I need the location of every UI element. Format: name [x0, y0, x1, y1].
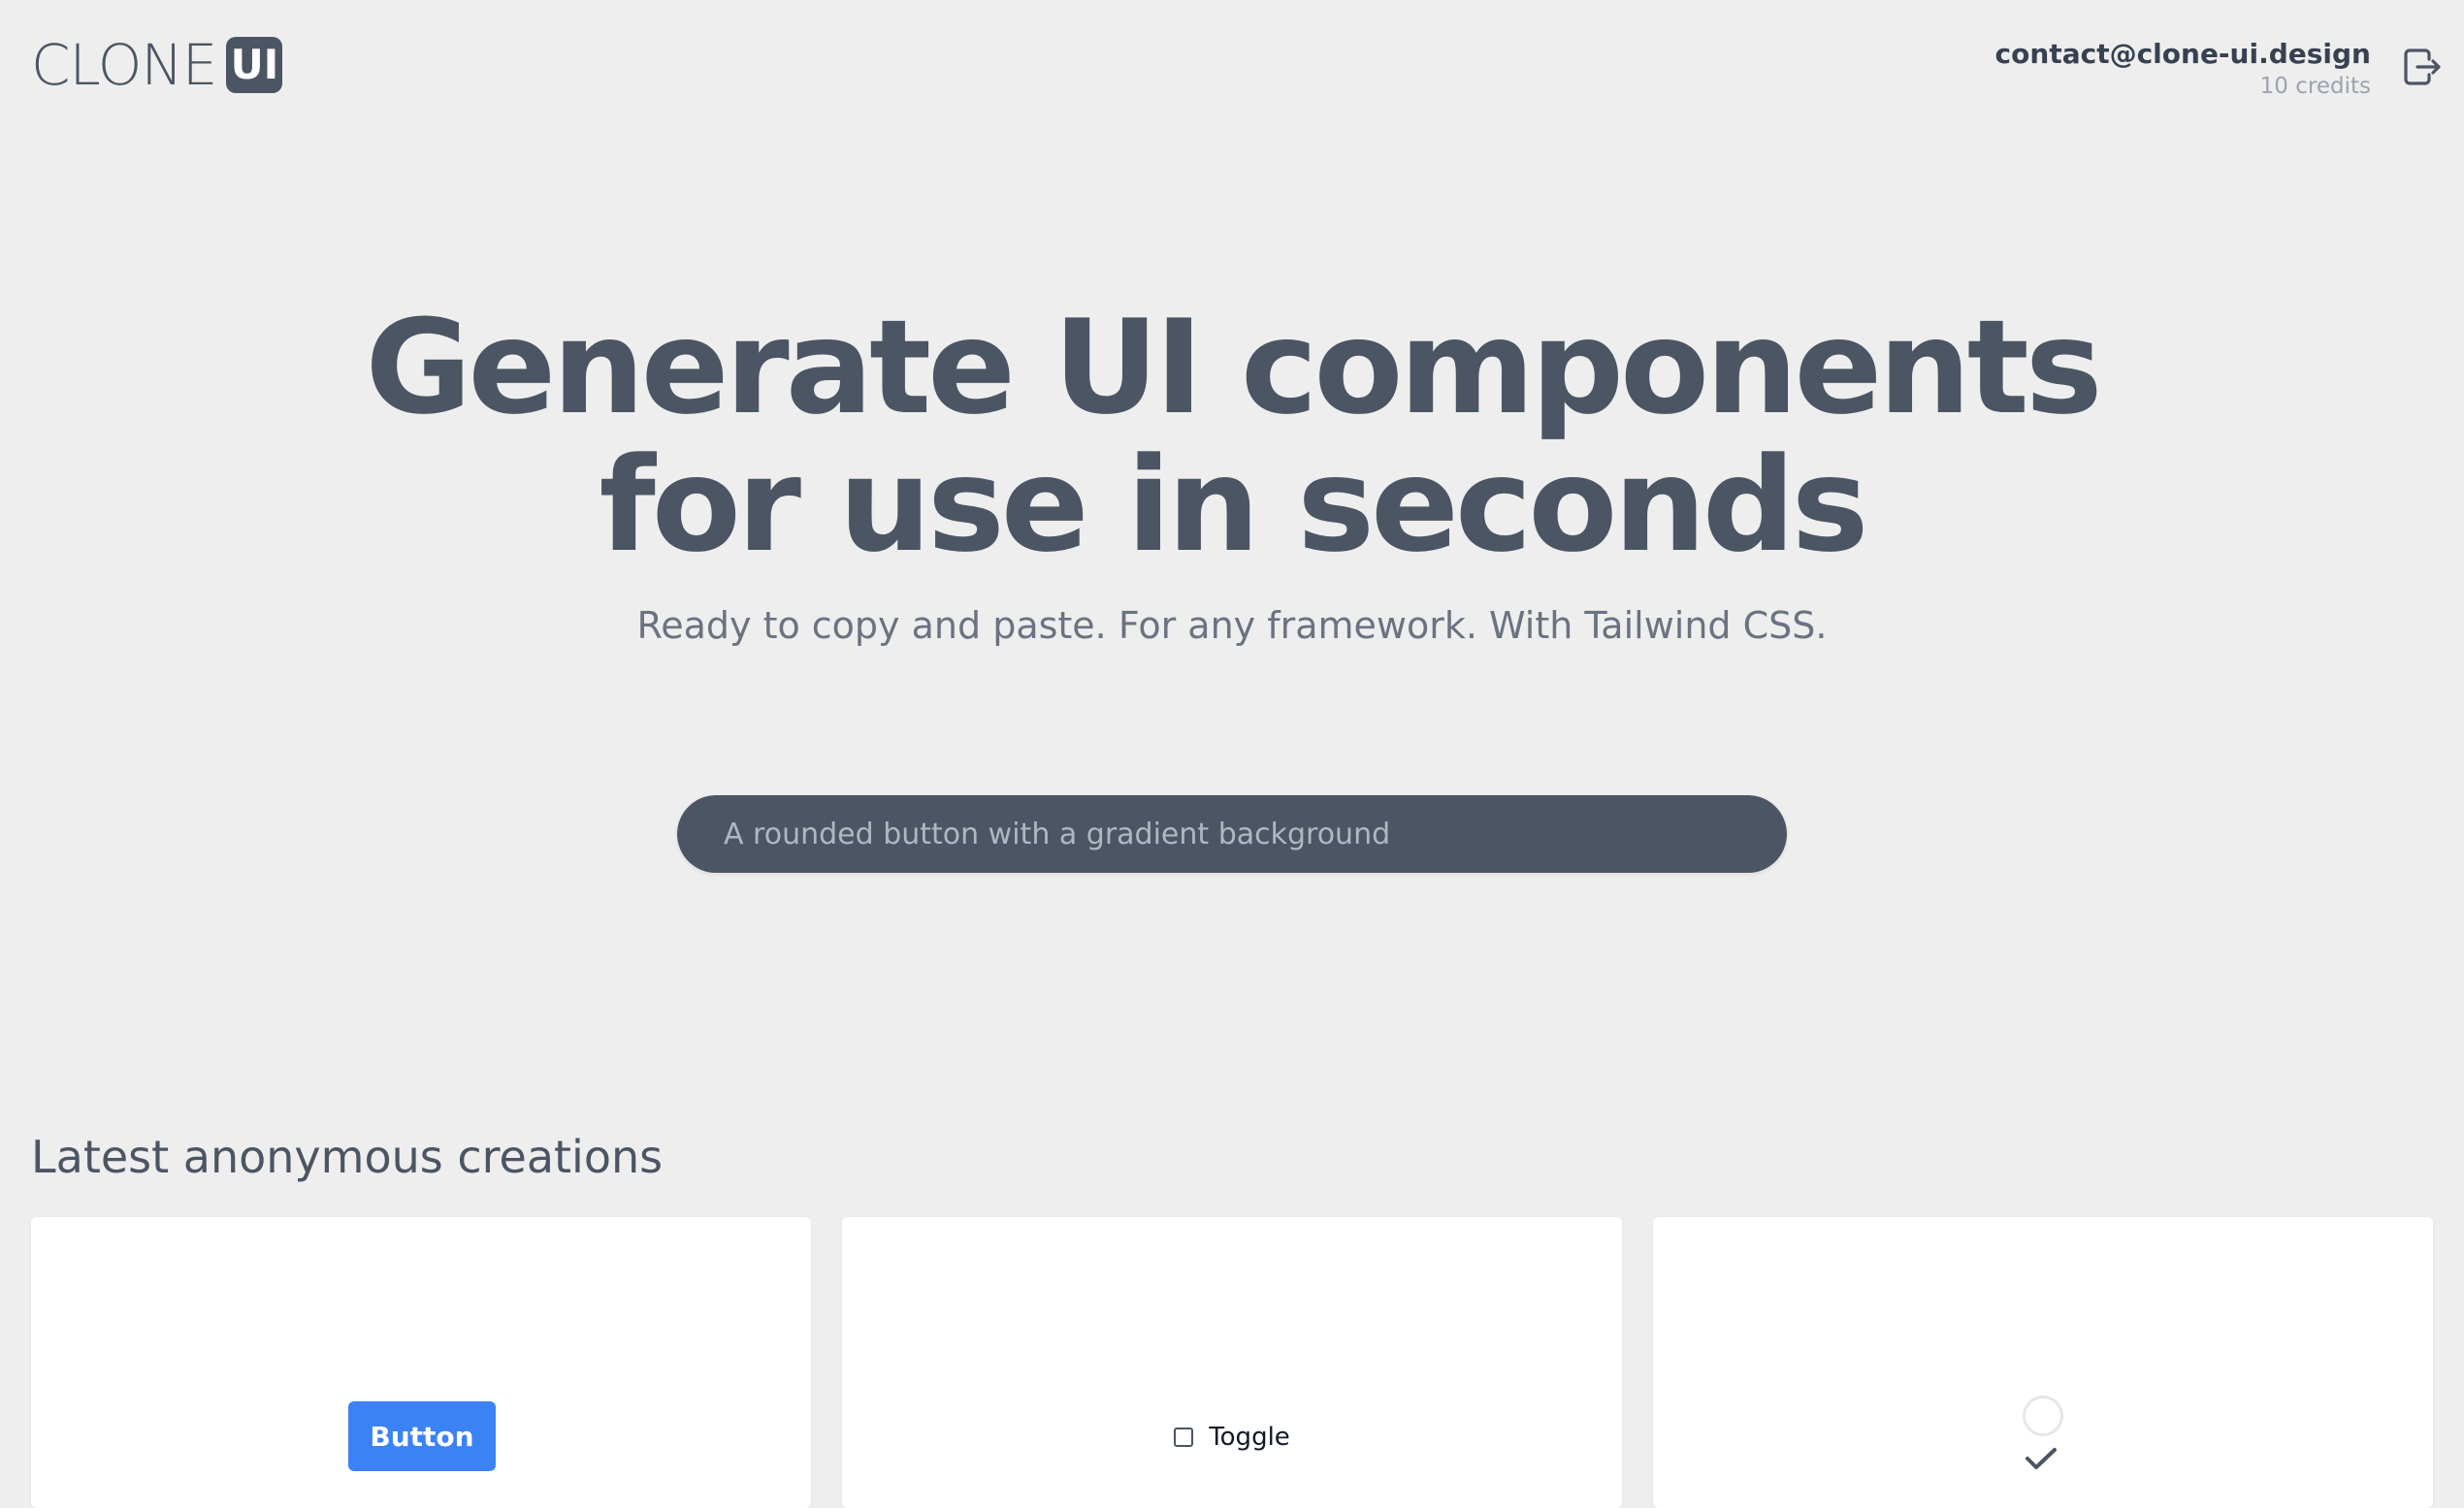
- user-email: contact@clone-ui.design: [1994, 38, 2371, 70]
- prompt-input[interactable]: [677, 795, 1787, 873]
- hero-subtitle: Ready to copy and paste. For any framewo…: [636, 604, 1828, 647]
- check-icon: [2026, 1448, 2057, 1469]
- hero-title-line-1: Generate UI components: [365, 292, 2102, 443]
- credits-count: 10 credits: [2259, 74, 2371, 99]
- logo[interactable]: CLONE UI: [31, 32, 283, 98]
- spinner-icon: [2023, 1396, 2063, 1436]
- logo-text: CLONE: [31, 32, 217, 98]
- hero-title-line-2: for use in seconds: [599, 430, 1869, 581]
- logout-icon: [2404, 48, 2441, 85]
- toggle-label: Toggle: [1209, 1423, 1290, 1452]
- logo-badge: UI: [226, 37, 283, 93]
- section-title: Latest anonymous creations: [31, 1131, 664, 1183]
- logout-button[interactable]: [2400, 43, 2443, 91]
- header: CLONE UI contact@clone-ui.design 10 cred…: [0, 0, 2464, 136]
- creation-card[interactable]: Toggle: [842, 1217, 1622, 1508]
- account-info: contact@clone-ui.design 10 credits: [1995, 37, 2371, 101]
- preview-button[interactable]: Button: [348, 1401, 496, 1471]
- toggle-checkbox[interactable]: [1174, 1428, 1194, 1447]
- preview-toggle[interactable]: Toggle: [842, 1423, 1622, 1452]
- creations-grid: Button Toggle: [31, 1217, 2433, 1508]
- creation-card[interactable]: Button: [31, 1217, 811, 1508]
- creation-card[interactable]: [1653, 1217, 2433, 1508]
- hero-title: Generate UI components for use in second…: [0, 299, 2464, 574]
